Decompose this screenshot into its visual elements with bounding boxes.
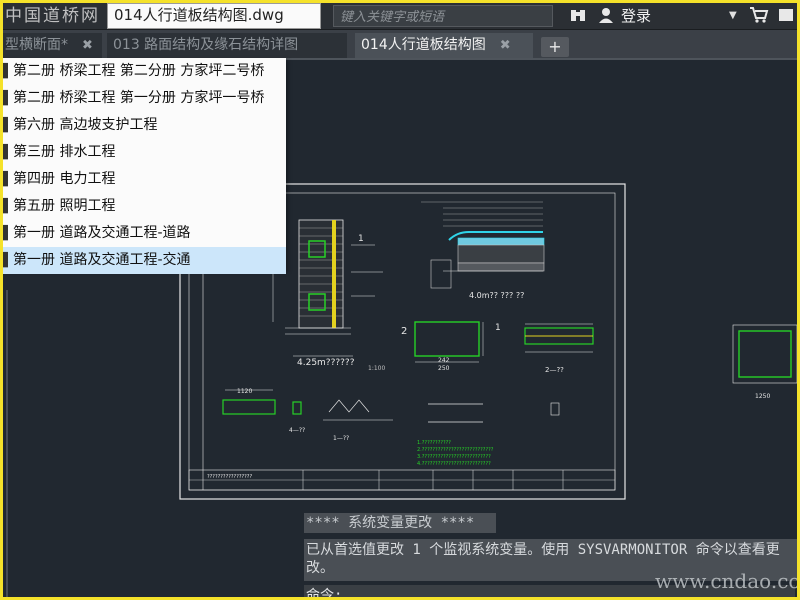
folder-icon: ▌ xyxy=(3,172,13,187)
menu-item[interactable]: ▌第三册 排水工程 xyxy=(3,139,286,166)
menu-item[interactable]: ▌第一册 道路及交通工程-道路 xyxy=(3,220,286,247)
folder-icon: ▌ xyxy=(3,64,13,79)
search-input[interactable] xyxy=(334,7,552,28)
folder-dropdown-menu: ▌第二册 桥梁工程 第二分册 方家坪二号桥 ▌第二册 桥梁工程 第一分册 方家坪… xyxy=(3,58,286,274)
binoculars-icon[interactable] xyxy=(569,6,587,26)
menu-item[interactable]: ▌第六册 高边坡支护工程 xyxy=(3,112,286,139)
section-3: 2—?? xyxy=(524,323,594,374)
folder-icon: ▌ xyxy=(3,91,13,106)
wall-scale-title: 4.25m?????? xyxy=(297,358,355,368)
folder-icon: ▌ xyxy=(3,226,13,241)
title-bar: 中国道桥网 014人行道板结构图.dwg 登录 ▼ xyxy=(3,3,797,30)
svg-text:1: 1 xyxy=(358,234,364,244)
cart-icon[interactable] xyxy=(749,6,769,26)
folder-icon: ▌ xyxy=(3,118,13,133)
menu-item-label: 第一册 道路及交通工程-交通 xyxy=(13,252,191,268)
app-window: 中国道桥网 014人行道板结构图.dwg 登录 ▼ 型横断面* ✖ 013 路面结… xyxy=(0,0,800,600)
menu-item-label: 第四册 电力工程 xyxy=(13,171,116,187)
menu-item-label: 第二册 桥梁工程 第二分册 方家坪二号桥 xyxy=(13,63,265,79)
svg-text:2: 2 xyxy=(401,326,407,337)
section-label-4: 4—?? xyxy=(289,427,305,434)
menu-item-selected[interactable]: ▌第一册 道路及交通工程-交通 xyxy=(3,247,286,274)
dim-250: 250 xyxy=(438,365,450,372)
watermark-bottom-right: www.cndao.com xyxy=(655,569,800,593)
new-tab-button[interactable]: + xyxy=(541,37,569,57)
close-icon[interactable]: ✖ xyxy=(500,38,511,53)
menu-item[interactable]: ▌第四册 电力工程 xyxy=(3,166,286,193)
title-block: ????????????????? xyxy=(188,469,616,491)
note-3: 3.?????????????????????????? xyxy=(417,454,491,460)
menu-item-label: 第一册 道路及交通工程-道路 xyxy=(13,225,191,241)
command-history-line: **** 系统变量更改 **** xyxy=(304,513,496,533)
title-block-text: ????????????????? xyxy=(207,474,252,480)
document-title: 014人行道板结构图.dwg xyxy=(114,6,284,24)
menu-item-label: 第六册 高边坡支护工程 xyxy=(13,117,158,133)
note-2: 2.??????????????????????????? xyxy=(417,447,494,453)
dim-1250: 1250 xyxy=(755,393,770,400)
menu-item[interactable]: ▌第五册 照明工程 xyxy=(3,193,286,220)
tab-label: 型横断面* xyxy=(5,37,68,53)
chevron-down-icon[interactable]: ▼ xyxy=(729,6,737,26)
file-tab-bar: 型横断面* ✖ 013 路面结构及缘石结构详图 014人行道板结构图 ✖ + xyxy=(3,30,797,60)
section-label-1: 1—?? xyxy=(333,435,349,442)
pavement-section: 4.0m?? ??? ?? xyxy=(421,201,545,300)
tab-sidewalk-plate[interactable]: 014人行道板结构图 ✖ xyxy=(355,33,533,58)
scale-note: 1:100 xyxy=(368,365,385,372)
svg-text:1: 1 xyxy=(495,323,501,333)
tab-label: 014人行道板结构图 xyxy=(361,37,486,53)
folder-icon: ▌ xyxy=(3,145,13,160)
folder-icon: ▌ xyxy=(3,199,13,214)
deck-title: 4.0m?? ??? ?? xyxy=(469,291,524,300)
drawing-notes: 1.??????????? 2.????????????????????????… xyxy=(417,440,494,467)
menu-item-label: 第二册 桥梁工程 第一分册 方家坪一号桥 xyxy=(13,90,265,106)
folder-icon: ▌ xyxy=(3,253,13,268)
watermark-top-left: 中国道桥网 xyxy=(5,6,100,26)
note-1: 1.??????????? xyxy=(417,440,451,446)
right-detail: 1250 xyxy=(732,324,797,400)
section-2: 2 242 250 1 xyxy=(401,321,501,372)
user-icon[interactable] xyxy=(597,6,615,26)
menu-item[interactable]: ▌第二册 桥梁工程 第二分册 方家坪二号桥 xyxy=(3,58,286,85)
note-4: 4.?????????????????????????? xyxy=(417,461,491,467)
menu-item[interactable]: ▌第二册 桥梁工程 第一分册 方家坪一号桥 xyxy=(3,85,286,112)
wall-detail: 1 4.25m?????? 1:100 xyxy=(272,219,385,372)
rebar-detail xyxy=(428,402,560,423)
help-icon[interactable] xyxy=(777,6,795,26)
section-1: 1120 4—?? 1—?? xyxy=(222,388,393,442)
dim-242: 242 xyxy=(438,357,450,364)
document-title-box: 014人行道板结构图.dwg xyxy=(107,3,321,29)
tab-road-structure[interactable]: 013 路面结构及缘石结构详图 xyxy=(107,33,347,58)
menu-item-label: 第三册 排水工程 xyxy=(13,144,116,160)
tab-label: 013 路面结构及缘石结构详图 xyxy=(113,37,299,53)
search-box[interactable] xyxy=(333,5,553,28)
close-icon[interactable]: ✖ xyxy=(82,38,93,53)
section-label-2: 2—?? xyxy=(545,366,564,374)
tab-cross-section[interactable]: 型横断面* ✖ xyxy=(3,33,102,58)
login-link[interactable]: 登录 xyxy=(621,3,651,29)
dim-1120: 1120 xyxy=(237,388,252,395)
menu-item-label: 第五册 照明工程 xyxy=(13,198,116,214)
